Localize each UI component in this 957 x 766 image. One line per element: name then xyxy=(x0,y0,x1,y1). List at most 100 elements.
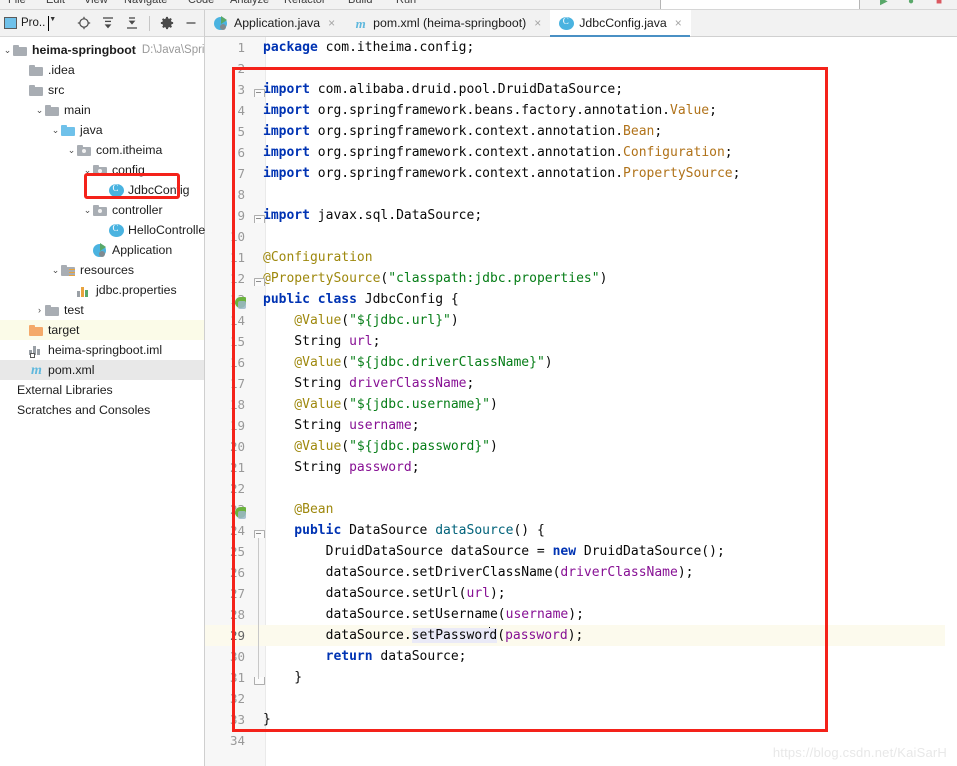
chevron-down-icon[interactable]: ⌄ xyxy=(82,165,93,175)
code-fold-toggle[interactable] xyxy=(254,89,265,98)
run-icon[interactable]: ▶ xyxy=(880,0,888,7)
code-line-30[interactable]: 30 return dataSource; xyxy=(205,646,957,667)
code-line-24[interactable]: 24 public DataSource dataSource() { xyxy=(205,520,957,541)
code-line-1[interactable]: 1 package com.itheima.config; xyxy=(205,37,957,58)
code-line-25[interactable]: 25 DruidDataSource dataSource = new Drui… xyxy=(205,541,957,562)
project-tree[interactable]: ⌄ heima-springboot D:\Java\Spring .idea src ⌄… xyxy=(0,37,218,420)
editor-tab-bar[interactable]: Application.java × m pom.xml (heima-springb… xyxy=(205,10,957,37)
tree-node-application[interactable]: Application xyxy=(0,240,204,260)
code-line-21[interactable]: 21 String password; xyxy=(205,457,957,478)
code-line-12[interactable]: 12 @PropertySource("classpath:jdbc.proper… xyxy=(205,268,957,289)
editor-tab-application[interactable]: Application.java × xyxy=(205,10,344,36)
chevron-down-icon[interactable]: ⌄ xyxy=(50,265,61,275)
menu-item-5[interactable]: Analyze xyxy=(230,0,269,6)
tree-node-jdbcconfig[interactable]: C JdbcConfig xyxy=(0,180,204,200)
code-line-29[interactable]: 29 dataSource.setPassword(password); xyxy=(205,625,957,646)
tree-node-target[interactable]: target xyxy=(0,320,204,340)
code-line-6[interactable]: 6 import org.springframework.context.anno… xyxy=(205,142,957,163)
tree-node-external-libraries[interactable]: External Libraries xyxy=(0,380,204,400)
tree-node-resources[interactable]: ⌄ resources xyxy=(0,260,204,280)
code-line-3[interactable]: 3 import com.alibaba.druid.pool.DruidData… xyxy=(205,79,957,100)
chevron-right-icon[interactable]: › xyxy=(34,305,45,315)
code-line-27[interactable]: 27 dataSource.setUrl(url); xyxy=(205,583,957,604)
code-line-18[interactable]: 18 @Value("${jdbc.username}") xyxy=(205,394,957,415)
tree-node-scratches-and-consoles[interactable]: Scratches and Consoles xyxy=(0,400,204,420)
code-line-5[interactable]: 5 import org.springframework.context.anno… xyxy=(205,121,957,142)
menu-item-1[interactable]: Edit xyxy=(46,0,65,6)
chevron-down-icon[interactable]: ⌄ xyxy=(34,105,45,115)
tree-node-heima-springboot[interactable]: ⌄ heima-springboot D:\Java\Spring xyxy=(0,40,218,60)
code-line-32[interactable]: 32 xyxy=(205,688,957,709)
tree-node-java[interactable]: ⌄ java xyxy=(0,120,204,140)
expand-all-icon[interactable] xyxy=(99,14,117,32)
code-line-2[interactable]: 2 xyxy=(205,58,957,79)
tree-node-pom-xml[interactable]: m pom.xml xyxy=(0,360,204,380)
code-fold-toggle[interactable] xyxy=(254,215,265,224)
code-line-13[interactable]: 13public class JdbcConfig { xyxy=(205,289,957,310)
run-configuration-selector[interactable] xyxy=(660,0,860,9)
code-line-31[interactable]: 31 } xyxy=(205,667,957,688)
code-lines[interactable]: 1 package com.itheima.config; 2 3 import com… xyxy=(205,37,957,751)
menu-item-7[interactable]: Build xyxy=(348,0,372,6)
close-icon[interactable]: × xyxy=(534,16,541,30)
chevron-down-icon[interactable]: ⌄ xyxy=(82,205,93,215)
code-line-9[interactable]: 9 import javax.sql.DataSource; xyxy=(205,205,957,226)
settings-gear-icon[interactable] xyxy=(158,14,176,32)
code-line-10[interactable]: 10 xyxy=(205,226,957,247)
editor-tab-jdbcconfig[interactable]: C JdbcConfig.java × xyxy=(550,10,691,37)
menu-item-6[interactable]: Refactor xyxy=(284,0,326,6)
code-token: import xyxy=(263,82,318,97)
stop-icon[interactable]: ■ xyxy=(936,0,942,7)
code-line-11[interactable]: 11 @Configuration xyxy=(205,247,957,268)
hide-icon[interactable] xyxy=(182,14,200,32)
tree-node-config[interactable]: ⌄ config xyxy=(0,160,204,180)
tree-node-main[interactable]: ⌄ main xyxy=(0,100,204,120)
close-icon[interactable]: × xyxy=(675,16,682,30)
spring-bean-gutter-icon[interactable] xyxy=(235,297,248,310)
code-line-14[interactable]: 14 @Value("${jdbc.url}") xyxy=(205,310,957,331)
collapse-all-icon[interactable] xyxy=(123,14,141,32)
menu-item-8[interactable]: Run xyxy=(396,0,416,6)
code-line-16[interactable]: 16 @Value("${jdbc.driverClassName}") xyxy=(205,352,957,373)
tree-node-heima-springboot-iml[interactable]: heima-springboot.iml xyxy=(0,340,204,360)
code-line-28[interactable]: 28 dataSource.setUsername(username); xyxy=(205,604,957,625)
tree-node-controller[interactable]: ⌄ controller xyxy=(0,200,204,220)
code-line-33[interactable]: 33} xyxy=(205,709,957,730)
code-editor[interactable]: 1 package com.itheima.config; 2 3 import com… xyxy=(205,37,957,766)
spring-bean-gutter-icon[interactable] xyxy=(235,507,248,520)
editor-tab-pom[interactable]: m pom.xml (heima-springboot) × xyxy=(344,10,550,36)
close-icon[interactable]: × xyxy=(328,16,335,30)
chevron-down-icon[interactable]: ⌄ xyxy=(50,125,61,135)
tree-node-com-itheima[interactable]: ⌄ com.itheima xyxy=(0,140,204,160)
menu-item-4[interactable]: Code xyxy=(188,0,214,6)
menu-item-2[interactable]: View xyxy=(84,0,108,6)
tree-node-src[interactable]: src xyxy=(0,80,204,100)
menu-item-0[interactable]: File xyxy=(8,0,26,6)
menu-item-3[interactable]: Navigate xyxy=(124,0,167,6)
tree-node-hellocontroller[interactable]: C HelloController xyxy=(0,220,209,240)
editor-vertical-scrollbar[interactable] xyxy=(945,65,957,766)
tree-node-jdbc-properties[interactable]: jdbc.properties xyxy=(0,280,204,300)
tree-node--idea[interactable]: .idea xyxy=(0,60,204,80)
code-line-23[interactable]: 23 @Bean xyxy=(205,499,957,520)
editor-tab-label: Application.java xyxy=(234,16,321,30)
project-view-selector[interactable]: Pro.. ▼ xyxy=(4,15,56,31)
code-line-20[interactable]: 20 @Value("${jdbc.password}") xyxy=(205,436,957,457)
code-line-17[interactable]: 17 String driverClassName; xyxy=(205,373,957,394)
code-line-19[interactable]: 19 String username; xyxy=(205,415,957,436)
tree-node-test[interactable]: › test xyxy=(0,300,204,320)
chevron-down-icon[interactable]: ⌄ xyxy=(66,145,77,155)
code-line-22[interactable]: 22 xyxy=(205,478,957,499)
locate-icon[interactable] xyxy=(75,14,93,32)
debug-icon[interactable]: ● xyxy=(908,0,914,7)
code-line-26[interactable]: 26 dataSource.setDriverClassName(driverC… xyxy=(205,562,957,583)
code-token: ( xyxy=(341,397,350,412)
code-line-7[interactable]: 7 import org.springframework.context.anno… xyxy=(205,163,957,184)
code-line-15[interactable]: 15 String url; xyxy=(205,331,957,352)
code-token: import xyxy=(263,208,318,223)
code-line-4[interactable]: 4 import org.springframework.beans.factor… xyxy=(205,100,957,121)
code-fold-toggle[interactable] xyxy=(254,278,265,287)
code-line-8[interactable]: 8 xyxy=(205,184,957,205)
main-menu-bar[interactable]: File Edit View Navigate Code Analyze Ref… xyxy=(0,0,957,10)
chevron-down-icon[interactable]: ⌄ xyxy=(2,45,13,55)
